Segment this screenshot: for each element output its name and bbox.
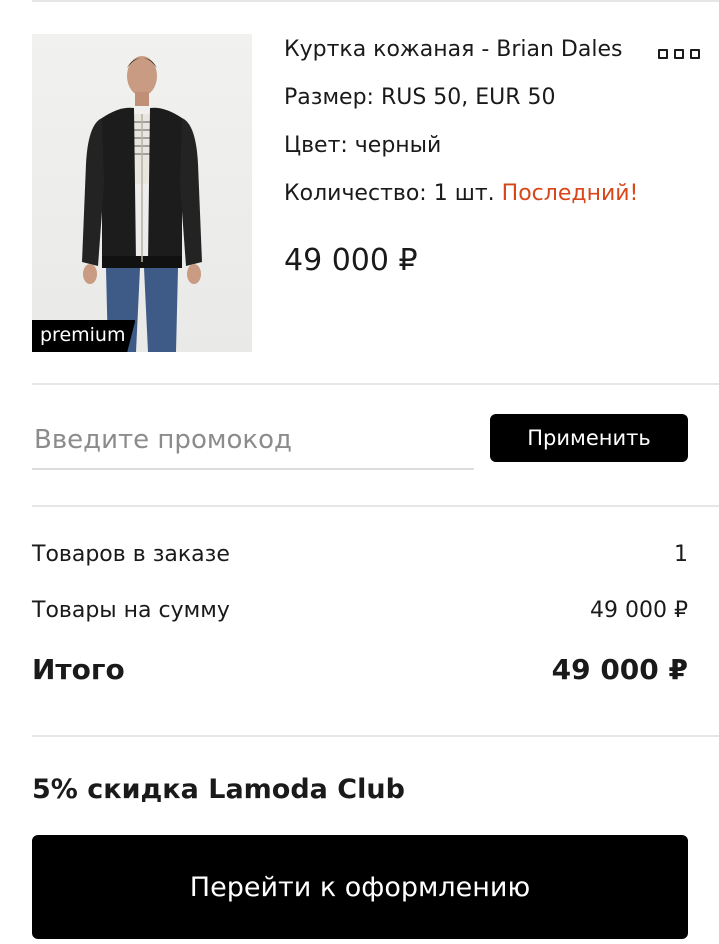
last-item-tag: Последний!	[501, 181, 639, 206]
product-size: Размер: RUS 50, EUR 50	[284, 85, 556, 110]
total-row: Итого 49 000 ₽	[32, 652, 688, 688]
premium-badge: premium	[32, 320, 136, 352]
total-label: Итого	[32, 653, 125, 686]
total-value: 49 000 ₽	[551, 653, 688, 686]
checkout-button[interactable]: Перейти к оформлению	[32, 835, 688, 939]
items-count-label: Товаров в заказе	[32, 542, 230, 567]
items-sum-label: Товары на сумму	[32, 598, 230, 623]
top-divider	[32, 0, 719, 2]
items-count-value: 1	[674, 542, 688, 567]
promo-divider	[32, 505, 719, 507]
promo-code-input[interactable]	[32, 412, 474, 470]
product-title[interactable]: Куртка кожаная - Brian Dales	[284, 35, 622, 65]
product-price: 49 000 ₽	[284, 243, 418, 278]
more-icon	[674, 49, 684, 59]
more-icon	[658, 49, 668, 59]
summary-divider	[32, 735, 719, 737]
jacket-model-photo	[82, 56, 202, 352]
items-sum-value: 49 000 ₽	[590, 598, 688, 623]
product-divider	[32, 383, 719, 385]
quantity-label: Количество: 1 шт.	[284, 181, 495, 206]
product-color: Цвет: черный	[284, 133, 442, 158]
more-icon	[690, 49, 700, 59]
product-image[interactable]: premium	[32, 34, 252, 352]
club-discount-label: 5% скидка Lamoda Club	[32, 774, 405, 805]
product-quantity: Количество: 1 шт. Последний!	[284, 179, 638, 209]
items-sum-row: Товары на сумму 49 000 ₽	[32, 596, 688, 626]
items-count-row: Товаров в заказе 1	[32, 540, 688, 570]
more-options-button[interactable]	[658, 46, 702, 62]
apply-promo-button[interactable]: Применить	[490, 414, 688, 462]
